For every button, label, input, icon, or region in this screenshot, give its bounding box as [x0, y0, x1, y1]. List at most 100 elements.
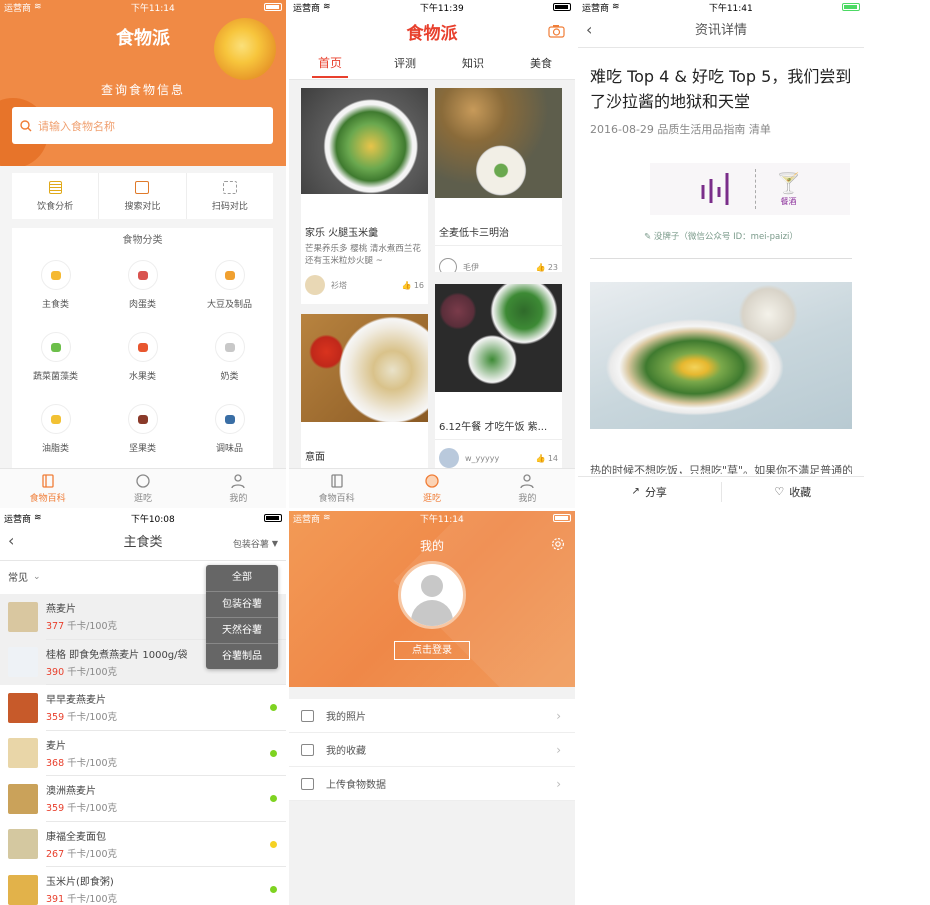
- card-image-pasta: [301, 314, 428, 422]
- nav-bar: ‹ 资讯详情: [578, 14, 864, 48]
- category-label: 坚果类: [128, 444, 156, 454]
- feed-card[interactable]: 全麦低卡三明治 毛伊 👍 23: [435, 88, 562, 272]
- feed-card[interactable]: 家乐 火腿玉米羹 芒果养乐多 樱桃 清水煮西兰花 还有玉米粒炒火腿 ~ 衫塔 👍…: [301, 88, 428, 304]
- category-label: 大豆及制品: [206, 300, 252, 310]
- person-placeholder-icon: [421, 575, 443, 597]
- gear-icon[interactable]: [551, 537, 565, 551]
- category-item[interactable]: 大豆及制品: [186, 260, 273, 310]
- menu-item[interactable]: 我的收藏 ›: [289, 733, 575, 767]
- food-kcal: 368: [46, 757, 65, 769]
- food-unit: 千卡/100克: [67, 666, 118, 678]
- battery-icon: [264, 3, 282, 11]
- caret-down-icon: ▼: [271, 539, 278, 548]
- plate-icon: [425, 474, 439, 488]
- battery-icon: [842, 3, 860, 11]
- tab-explore[interactable]: 逛吃: [95, 469, 190, 508]
- food-thumbnail: [8, 692, 38, 723]
- tool-search-compare[interactable]: 搜索对比: [99, 173, 187, 219]
- food-thumbnail: [8, 829, 38, 860]
- tab-food-wiki[interactable]: 食物百科: [0, 469, 95, 508]
- category-label: 水果类: [128, 372, 156, 382]
- chevron-down-icon: ⌄: [33, 571, 41, 582]
- feed-card[interactable]: 意面: [301, 314, 428, 474]
- scan-icon: [222, 180, 237, 194]
- filter-select[interactable]: 包装谷薯 ▼: [233, 537, 278, 550]
- category-item[interactable]: 调味品: [186, 404, 273, 454]
- search-input[interactable]: 请输入食物名称: [12, 107, 273, 144]
- category-item[interactable]: 水果类: [99, 332, 186, 382]
- category-label: 肉蛋类: [128, 300, 156, 310]
- page-title: 我的: [419, 539, 444, 553]
- category-item[interactable]: 主食类: [12, 260, 99, 310]
- back-icon[interactable]: ‹: [8, 531, 14, 550]
- feed-card[interactable]: 6.12午餐 才吃午饭 紫... w_yyyyy 👍 14: [435, 284, 562, 468]
- nav-bar: ‹ 主食类 包装谷薯 ▼: [0, 525, 286, 561]
- tool-scan-compare[interactable]: 扫码对比: [187, 173, 273, 219]
- category-icon: [127, 404, 158, 434]
- login-button[interactable]: 点击登录: [394, 641, 470, 660]
- category-item[interactable]: 坚果类: [99, 404, 186, 454]
- thumb-up-icon: 👍: [401, 280, 412, 290]
- camera-icon[interactable]: [548, 24, 565, 38]
- app-logo: 食物派: [116, 28, 170, 49]
- category-glyph: [224, 270, 235, 280]
- tool-diet-analysis[interactable]: 饮食分析: [12, 173, 100, 219]
- back-icon[interactable]: ‹: [586, 20, 592, 39]
- food-name: 澳洲燕麦片: [46, 786, 96, 798]
- list-item[interactable]: 麦片 368 千卡/100克: [0, 730, 286, 776]
- cocktail-icon: 🍸: [776, 170, 801, 195]
- dropdown-option[interactable]: 包装谷薯: [206, 591, 278, 617]
- tab-review[interactable]: 评测: [394, 55, 416, 78]
- avatar[interactable]: [398, 561, 466, 629]
- food-kcal: 377: [46, 621, 65, 633]
- menu-item[interactable]: 我的照片 ›: [289, 699, 575, 733]
- article-image-salad: [590, 282, 852, 429]
- menu-item[interactable]: 上传食物数据 ›: [289, 767, 575, 801]
- category-icon: [40, 404, 71, 434]
- tab-me[interactable]: 我的: [191, 469, 286, 508]
- category-item[interactable]: 蔬菜菌藻类: [12, 332, 99, 382]
- health-dot: [270, 840, 277, 848]
- status-bar: 运营商 ≋ 下午11:39: [289, 0, 575, 14]
- avatar: [305, 275, 325, 295]
- food-unit: 千卡/100克: [67, 803, 118, 815]
- person-icon: [520, 474, 534, 489]
- sort-select[interactable]: 常见 ⌄: [8, 569, 41, 585]
- wifi-icon: ≋: [323, 513, 331, 523]
- list-item[interactable]: 早早麦燕麦片 359 千卡/100克: [0, 685, 286, 731]
- category-grid: 主食类 肉蛋类 大豆及制品蔬菜菌藻类 水果类 奶类油脂类 坚果类 调味品: [12, 260, 273, 454]
- status-time: 下午11:14: [130, 3, 175, 14]
- category-label: 奶类: [220, 372, 239, 382]
- tab-me[interactable]: 我的: [480, 469, 575, 508]
- category-item[interactable]: 油脂类: [12, 404, 99, 454]
- food-kcal: 267: [46, 848, 65, 860]
- tab-knowledge[interactable]: 知识: [462, 55, 484, 78]
- tab-explore[interactable]: 逛吃: [384, 469, 479, 508]
- article-title: 难吃 Top 4 & 好吃 Top 5，我们尝到了沙拉酱的地狱和天堂: [590, 67, 852, 111]
- list-item[interactable]: 澳洲燕麦片 359 千卡/100克: [0, 776, 286, 822]
- category-item[interactable]: 肉蛋类: [99, 260, 186, 310]
- source-logo: 🍸 餐酒: [650, 163, 850, 215]
- food-name: 麦片: [46, 740, 66, 752]
- favorite-button[interactable]: ♡ 收藏: [722, 482, 865, 502]
- share-button[interactable]: ↗ 分享: [578, 481, 722, 502]
- article-body: 热的时候不想吃饭，只想吃"草"。如果你不满足普通的: [590, 464, 852, 474]
- food-unit: 千卡/100克: [67, 894, 118, 905]
- tab-food-wiki[interactable]: 食物百科: [289, 469, 384, 508]
- status-bar: 运营商 ≋ 下午11:14: [289, 511, 575, 525]
- category-icon: [40, 260, 71, 290]
- food-name: 玉米片(即食粥): [46, 877, 114, 889]
- category-glyph: [50, 342, 61, 352]
- list-item[interactable]: 玉米片(即食粥) 391 千卡/100克: [0, 867, 286, 905]
- category-item[interactable]: 奶类: [186, 332, 273, 382]
- dropdown-option[interactable]: 谷薯制品: [206, 643, 278, 669]
- dropdown-option[interactable]: 天然谷薯: [206, 617, 278, 643]
- wifi-icon: ≋: [34, 2, 42, 12]
- dropdown-option[interactable]: 全部: [206, 565, 278, 591]
- list-item[interactable]: 康福全麦面包 267 千卡/100克: [0, 821, 286, 867]
- wifi-icon: ≋: [323, 2, 331, 12]
- food-thumbnail: [8, 783, 38, 814]
- tab-home[interactable]: 首页: [311, 54, 348, 78]
- health-dot: [270, 886, 277, 893]
- tab-food[interactable]: 美食: [530, 55, 552, 78]
